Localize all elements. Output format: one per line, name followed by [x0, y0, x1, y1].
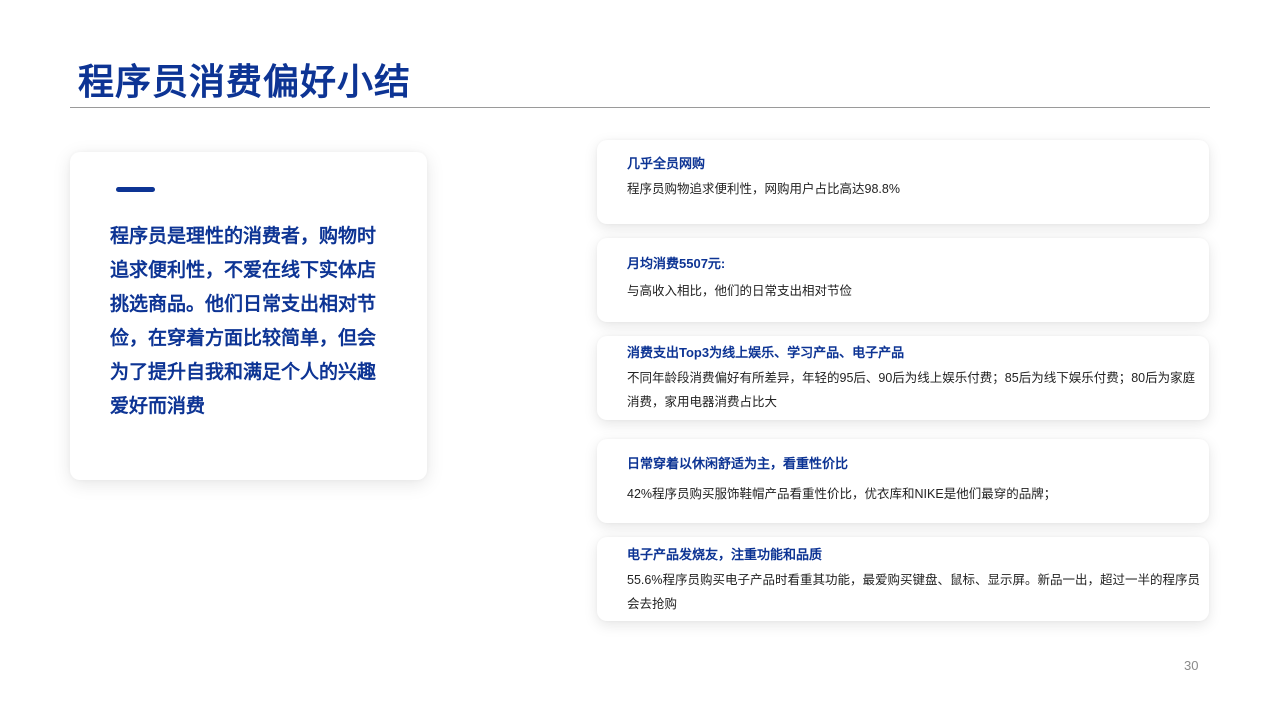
finding-card-body: 程序员购物追求便利性，网购用户占比高达98.8% [627, 182, 900, 196]
finding-card-title: 消费支出Top3为线上娱乐、学习产品、电子产品 [627, 345, 905, 360]
summary-text: 程序员是理性的消费者，购物时追求便利性，不爱在线下实体店挑选商品。他们日常支出相… [110, 226, 377, 417]
accent-bar [116, 187, 155, 192]
finding-card-electronics: 电子产品发烧友，注重功能和品质 55.6%程序员购买电子产品时看重其功能，最爱购… [597, 537, 1209, 621]
finding-card-clothing: 日常穿着以休闲舒适为主，看重性价比 42%程序员购买服饰鞋帽产品看重性价比，优衣… [597, 439, 1209, 523]
page-number: 30 [1184, 658, 1199, 673]
finding-card-body: 与高收入相比，他们的日常支出相对节俭 [627, 284, 853, 298]
finding-card-body: 42%程序员购买服饰鞋帽产品看重性价比，优衣库和NIKE是他们最穿的品牌； [627, 487, 1057, 501]
finding-card-title: 月均消费5507元: [627, 256, 726, 271]
finding-card-title: 电子产品发烧友，注重功能和品质 [627, 547, 823, 562]
finding-card-title: 几乎全员网购 [627, 156, 706, 171]
title-divider [70, 107, 1210, 108]
finding-card-top3-spending: 消费支出Top3为线上娱乐、学习产品、电子产品 不同年龄段消费偏好有所差异，年轻… [597, 336, 1209, 420]
finding-card-online-shopping: 几乎全员网购 程序员购物追求便利性，网购用户占比高达98.8% [597, 140, 1209, 224]
finding-card-body: 55.6%程序员购买电子产品时看重其功能，最爱购买键盘、鼠标、显示屏。新品一出，… [627, 573, 1200, 611]
finding-card-monthly-spend: 月均消费5507元: 与高收入相比，他们的日常支出相对节俭 [597, 238, 1209, 322]
summary-card: 程序员是理性的消费者，购物时追求便利性，不爱在线下实体店挑选商品。他们日常支出相… [70, 152, 427, 480]
finding-card-body: 不同年龄段消费偏好有所差异，年轻的95后、90后为线上娱乐付费；85后为线下娱乐… [627, 371, 1196, 409]
page-title: 程序员消费偏好小结 [78, 61, 412, 102]
finding-card-title: 日常穿着以休闲舒适为主，看重性价比 [627, 456, 849, 471]
